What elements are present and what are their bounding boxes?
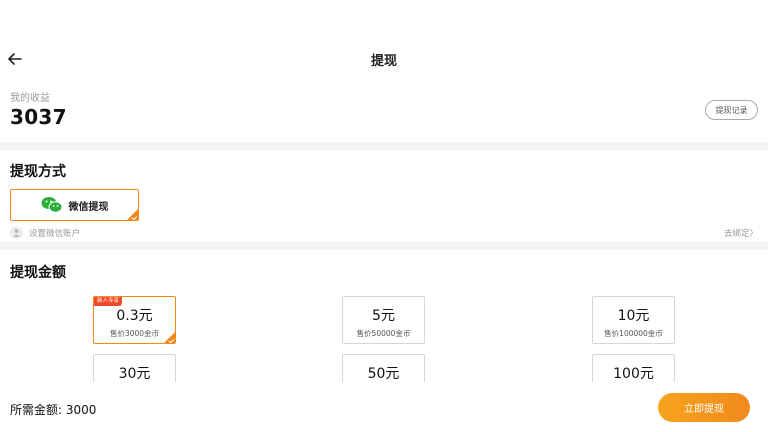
- section-divider: [0, 242, 768, 250]
- amount-value: 0.3元: [116, 308, 153, 324]
- bottom-bar: 所需金额: 3000 立即提现: [0, 382, 768, 432]
- amount-value: 10元: [617, 308, 650, 324]
- withdraw-amount-title: 提现金额: [10, 265, 66, 281]
- amount-value: 30元: [118, 366, 151, 382]
- bind-wechat-hint: 设置微信账户: [29, 229, 81, 239]
- required-amount: 所需金额: 3000: [10, 403, 97, 417]
- amount-option[interactable]: 10元 售价100000金币: [592, 296, 675, 344]
- section-divider: [0, 142, 768, 150]
- amount-value: 5元: [372, 308, 395, 324]
- amount-value: 100元: [613, 366, 654, 382]
- withdraw-method-title: 提现方式: [10, 164, 66, 180]
- earnings-label: 我的收益: [10, 93, 50, 104]
- earnings-value: 3037: [10, 105, 67, 129]
- user-icon: [10, 226, 23, 239]
- bind-wechat-link[interactable]: 去绑定〉: [724, 227, 758, 239]
- bind-wechat-row: 设置微信账户 去绑定〉: [10, 226, 758, 240]
- wechat-withdraw-label: 微信提现: [68, 201, 109, 213]
- header: 提现: [0, 40, 768, 76]
- amount-price: 售价100000金币: [604, 329, 663, 338]
- page-title: 提现: [370, 54, 397, 69]
- amount-price: 售价3000金币: [109, 329, 160, 338]
- wechat-icon: [41, 197, 62, 213]
- wechat-withdraw-option[interactable]: 微信提现: [10, 189, 139, 221]
- withdraw-now-button[interactable]: 立即提现: [658, 393, 750, 422]
- amount-price: 售价50000金币: [356, 329, 411, 338]
- amount-option[interactable]: 新人专享 0.3元 售价3000金币: [93, 296, 176, 344]
- withdraw-record-button[interactable]: 提现记录: [705, 100, 758, 120]
- newcomer-tag: 新人专享: [94, 297, 123, 306]
- amount-option[interactable]: 5元 售价50000金币: [342, 296, 425, 344]
- amount-value: 50元: [367, 366, 400, 382]
